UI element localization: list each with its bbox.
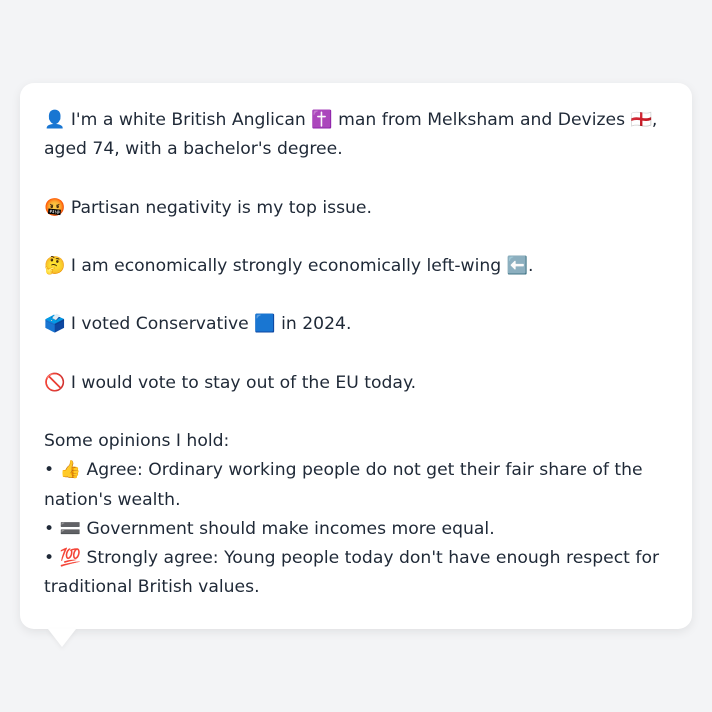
identity-text: 👤 I'm a white British Anglican ✝️ man fr… xyxy=(44,110,658,160)
economics-text: 🤔 I am economically strongly economicall… xyxy=(44,255,534,276)
opinion-item-2: • 🟰 Government should make incomes more … xyxy=(44,518,495,539)
eu-vote-text: 🚫 I would vote to stay out of the EU tod… xyxy=(44,372,417,393)
vote-2024-text: 🗳️ I voted Conservative 🟦 in 2024. xyxy=(44,314,352,335)
opinion-item-1: • 👍 Agree: Ordinary working people do no… xyxy=(44,460,643,510)
top-issue-text: 🤬 Partisan negativity is my top issue. xyxy=(44,197,372,218)
opinion-item-3: • 💯 Strongly agree: Young people today d… xyxy=(44,547,660,598)
persona-card: 👤 I'm a white British Anglican ✝️ man fr… xyxy=(20,83,692,629)
speech-bubble-tail xyxy=(48,629,76,647)
opinions-heading: Some opinions I hold: xyxy=(44,431,230,452)
